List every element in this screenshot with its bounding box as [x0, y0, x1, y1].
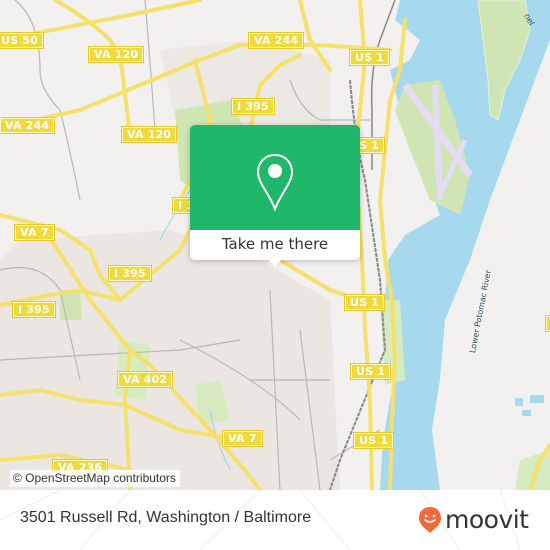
- road-shield-us-1: US 1: [343, 294, 386, 311]
- osm-attribution[interactable]: © OpenStreetMap contributors: [10, 470, 180, 487]
- footer: 3501 Russell Rd, Washington / Baltimore …: [0, 490, 550, 550]
- road-shield-i-395: I 395: [231, 98, 275, 115]
- road-shield-us-1: US 1: [352, 432, 395, 449]
- address-text: 3501 Russell Rd, Washington / Baltimore: [20, 509, 312, 526]
- road-shield-us-1: US 1: [349, 363, 392, 380]
- pond: [522, 410, 531, 416]
- location-pin-icon: [256, 153, 294, 211]
- road-shield-va-120: VA 120: [87, 46, 145, 63]
- popup-header[interactable]: [190, 125, 360, 230]
- park-area: [115, 340, 150, 400]
- popup-pointer: [268, 259, 282, 267]
- road-shield-va-7: VA 7: [222, 430, 263, 447]
- road-shield-va-402: VA 402: [116, 371, 174, 388]
- moovit-logo[interactable]: moovit: [418, 506, 529, 534]
- pond: [515, 398, 523, 406]
- pond: [530, 395, 544, 403]
- destination-popup[interactable]: Take me there: [190, 125, 360, 267]
- road-shield-us-50: US 50: [0, 32, 44, 49]
- road-shield-i-395: I 395: [12, 301, 56, 318]
- road-shield-va-7: VA 7: [14, 224, 55, 241]
- road-shield-va-244: VA 244: [247, 32, 305, 49]
- road-shield-i-395: I 395: [108, 265, 152, 282]
- take-me-there-button[interactable]: Take me there: [190, 230, 360, 260]
- residential-area: [0, 230, 340, 490]
- moovit-wordmark: moovit: [445, 505, 529, 534]
- road-shield-us-1: US 1: [348, 49, 391, 66]
- road-shield-va-244: VA 244: [0, 117, 56, 134]
- road-shield-partial: [545, 315, 550, 332]
- moovit-smile-pin-icon: [419, 507, 441, 533]
- road-shield-va-120: VA 120: [120, 126, 178, 143]
